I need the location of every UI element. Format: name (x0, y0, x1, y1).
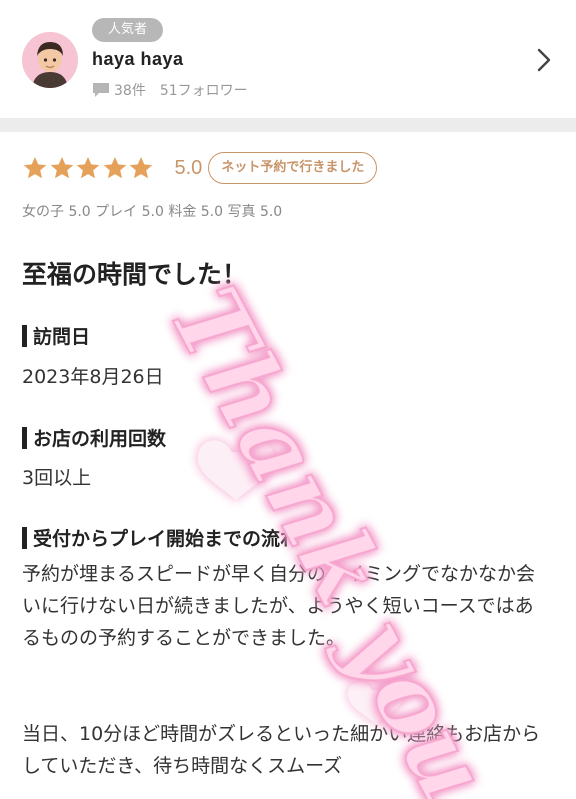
section-divider (0, 118, 576, 132)
heart-icon (197, 440, 275, 500)
popular-badge: 人気者 (92, 18, 164, 42)
star-icon (50, 156, 73, 179)
reviewer-name[interactable]: haya haya (92, 49, 184, 70)
flow-label: 受付からプレイ開始までの流れ (33, 528, 300, 550)
visit-date-label: 訪問日 (33, 326, 91, 348)
star-icon (103, 156, 126, 179)
heading-bar (22, 526, 27, 549)
review-count: 38件 (114, 83, 146, 99)
avatar[interactable] (22, 32, 78, 88)
review-title: 至福の時間でした！ (22, 260, 248, 289)
usage-count-heading: お店の利用回数 (22, 424, 166, 451)
sub-ratings: 女の子 5.0 プレイ 5.0 料金 5.0 写真 5.0 (22, 204, 283, 220)
usage-count-label: お店の利用回数 (33, 428, 167, 450)
flow-paragraph-2: 当日、10分ほど時間がズレるといった細かい連絡もお店からしていただき、待ち時間な… (22, 723, 541, 777)
visit-date-heading: 訪問日 (22, 322, 90, 349)
follower-count: 51フォロワー (159, 83, 248, 99)
star-icon (23, 156, 47, 179)
flow-paragraph-1: 予約が埋まるスピードが早く自分のタイミングでなかなか会いに行けない日が続きました… (22, 563, 536, 649)
star-icon (76, 156, 100, 179)
heading-bar (22, 324, 27, 347)
avatar-illustration (22, 32, 78, 88)
visit-date-value: 2023年8月26日 (22, 366, 164, 388)
chevron-right-icon[interactable] (534, 46, 554, 74)
rating-row: 5.0 ネット予約で行きました (22, 152, 378, 184)
star-rating (22, 155, 155, 181)
flow-heading: 受付からプレイ開始までの流れ (22, 524, 299, 551)
net-reservation-badge: ネット予約で行きました (208, 152, 378, 184)
rating-score: 5.0 (174, 156, 203, 179)
usage-count-value: 3回以上 (22, 467, 92, 489)
star-icon (129, 156, 153, 179)
reviewer-card[interactable]: 人気者 haya haya 38件 51フォロワー (0, 0, 576, 118)
reviewer-stats: 38件 51フォロワー (92, 80, 248, 100)
heading-bar (22, 426, 27, 449)
comment-icon (93, 83, 109, 97)
